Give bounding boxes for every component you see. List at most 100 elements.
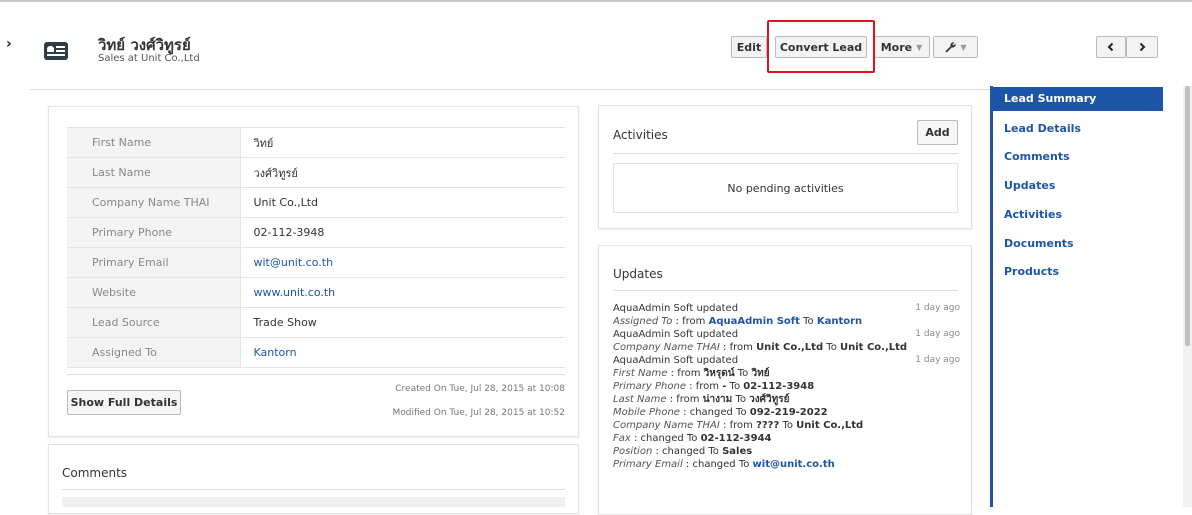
to-word: To	[782, 420, 793, 431]
activities-divider	[613, 153, 958, 154]
to-word: To	[803, 316, 814, 327]
summary-row: Primary Phone 02-112-3948	[67, 217, 565, 248]
summary-row: Website www.unit.co.th	[67, 277, 565, 308]
field-label: Company Name THAI	[67, 187, 240, 218]
old-value: น่างาม	[702, 394, 733, 405]
next-record-button[interactable]	[1126, 36, 1158, 58]
changed-to-word: changed To	[640, 433, 698, 444]
field-label: Lead Source	[67, 307, 240, 338]
field-label: Primary Phone	[67, 217, 240, 248]
chevron-left-icon	[1107, 42, 1114, 52]
summary-divider	[67, 374, 565, 375]
update-change: Company Name THAI : from Unit Co.,Ltd To…	[613, 342, 908, 353]
summary-row: Lead Source Trade Show	[67, 307, 565, 338]
update-header: AquaAdmin Soft updated 1 day ago	[613, 354, 960, 367]
sidebar-item-products[interactable]: Products	[1004, 265, 1059, 278]
sidebar-item-comments[interactable]: Comments	[1004, 150, 1070, 163]
comment-input-area[interactable]	[62, 497, 565, 507]
summary-table: First Name วิทย์ Last Name วงศ์วิทูรย์ Compa…	[67, 127, 565, 368]
sidebar-item-activities[interactable]: Activities	[1004, 208, 1062, 221]
caret-down-icon: ▼	[960, 42, 967, 52]
from-word: from	[677, 368, 701, 379]
field-value[interactable]: www.unit.co.th	[239, 277, 565, 308]
field-value: Unit Co.,Ltd	[239, 187, 565, 218]
update-author[interactable]: AquaAdmin Soft	[613, 329, 693, 340]
scrollbar[interactable]	[1183, 86, 1192, 507]
activities-title: Activities	[613, 128, 668, 142]
to-word: To	[729, 381, 741, 392]
from-word: from	[695, 381, 719, 392]
prev-record-button[interactable]	[1096, 36, 1126, 58]
wrench-icon	[945, 42, 957, 53]
old-value: -	[722, 381, 727, 392]
scrollbar-thumb[interactable]	[1185, 86, 1190, 346]
changed-field-name: Assigned To	[613, 316, 673, 327]
sidebar-item-documents[interactable]: Documents	[1004, 237, 1074, 250]
field-value: 02-112-3948	[239, 217, 565, 248]
new-value[interactable]: wit@unit.co.th	[753, 459, 835, 470]
field-label: First Name	[67, 127, 240, 158]
old-value: ????	[756, 420, 780, 431]
changed-field-name: Mobile Phone	[613, 407, 680, 418]
changed-field-name: Last Name	[613, 394, 667, 405]
update-verb: updated	[696, 355, 739, 366]
record-subtitle: Sales at Unit Co.,Ltd	[98, 53, 200, 64]
show-full-details-button[interactable]: Show Full Details	[67, 390, 181, 415]
changed-field-name: Primary Phone	[613, 381, 686, 392]
add-activity-button[interactable]: Add	[917, 120, 958, 145]
update-author[interactable]: AquaAdmin Soft	[613, 303, 693, 314]
edit-button[interactable]: Edit	[731, 36, 767, 58]
changed-to-word: changed To	[692, 459, 750, 470]
field-value: วงศ์วิทูรย์	[239, 157, 565, 188]
new-value: 02-112-3944	[700, 433, 772, 444]
summary-row: Last Name วงศ์วิทูรย์	[67, 157, 565, 188]
sidebar-item-updates[interactable]: Updates	[1004, 179, 1055, 192]
update-change: Primary Email : changed To wit@unit.co.t…	[613, 459, 835, 470]
new-value: Unit Co.,Ltd	[840, 342, 908, 353]
expand-sidebar-icon[interactable]: ›	[6, 36, 12, 52]
changed-field-name: Fax	[613, 433, 631, 444]
sidebar-item-lead-summary[interactable]: Lead Summary	[990, 87, 1163, 111]
new-value: 092-219-2022	[749, 407, 828, 418]
to-word: To	[735, 394, 746, 405]
summary-row: First Name วิทย์	[67, 127, 565, 158]
updates-list: AquaAdmin Soft updated 1 day ago Assigned …	[613, 302, 960, 471]
more-button[interactable]: More ▼	[873, 36, 930, 58]
field-label: Website	[67, 277, 240, 308]
top-border	[0, 0, 1192, 2]
update-verb: updated	[696, 329, 739, 340]
field-value[interactable]: wit@unit.co.th	[239, 247, 565, 278]
chevron-right-icon	[1139, 42, 1146, 52]
new-value: วิทย์	[751, 368, 770, 379]
update-change: Mobile Phone : changed To 092-219-2022	[613, 407, 828, 418]
no-activities-message: No pending activities	[613, 163, 958, 213]
to-word: To	[826, 342, 837, 353]
sidebar-item-lead-details[interactable]: Lead Details	[1004, 122, 1081, 135]
header-divider	[30, 89, 992, 90]
old-value: วิหรุดน์	[703, 368, 735, 379]
from-word: from	[682, 316, 706, 327]
created-on: Created On Tue, Jul 28, 2015 at 10:08	[395, 384, 565, 394]
highlight-annotation	[767, 20, 875, 73]
comments-divider	[62, 489, 565, 490]
field-value[interactable]: Kantorn	[239, 337, 565, 368]
old-value: Unit Co.,Ltd	[756, 342, 824, 353]
field-value: วิทย์	[239, 127, 565, 158]
caret-down-icon: ▼	[916, 42, 923, 52]
field-value: Trade Show	[239, 307, 565, 338]
changed-field-name: Company Name THAI	[613, 420, 720, 431]
summary-row: Company Name THAI Unit Co.,Ltd	[67, 187, 565, 218]
update-author[interactable]: AquaAdmin Soft	[613, 355, 693, 366]
new-value[interactable]: Kantorn	[817, 316, 862, 327]
from-word: from	[729, 420, 753, 431]
from-word: from	[676, 394, 700, 405]
update-header: AquaAdmin Soft updated 1 day ago	[613, 302, 960, 315]
old-value[interactable]: AquaAdmin Soft	[709, 316, 800, 327]
field-label: Last Name	[67, 157, 240, 188]
changed-to-word: changed To	[662, 446, 719, 457]
update-change: Fax : changed To 02-112-3944	[613, 433, 772, 444]
tools-button[interactable]: ▼	[933, 36, 978, 58]
updates-divider	[613, 290, 958, 291]
update-change: Position : changed To Sales	[613, 446, 753, 457]
field-label: Assigned To	[67, 337, 240, 368]
